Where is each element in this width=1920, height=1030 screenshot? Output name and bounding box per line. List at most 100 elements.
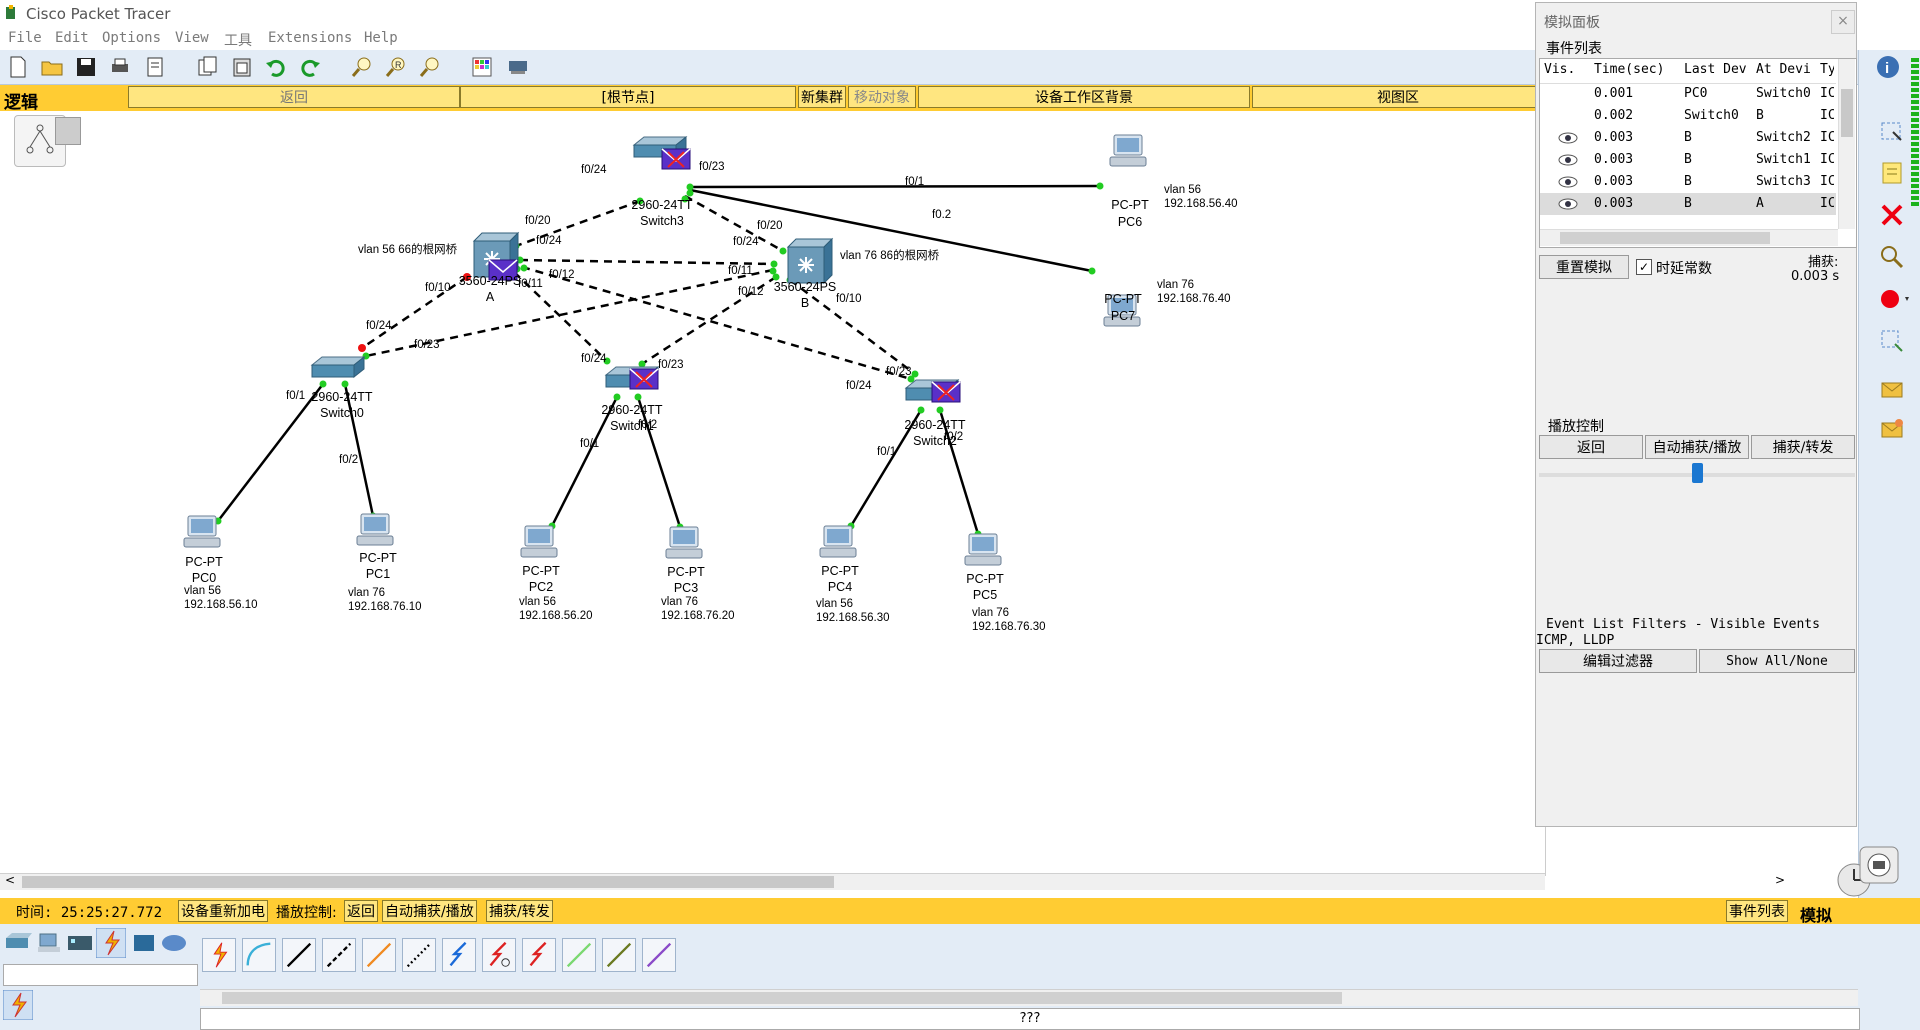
zoom-out-icon[interactable] bbox=[418, 55, 442, 79]
event-row[interactable]: 0.003 B Switch1 IC bbox=[1540, 149, 1836, 171]
event-row[interactable]: 0.002 Switch0 B IC bbox=[1540, 105, 1836, 127]
add-simple-pdu-icon[interactable] bbox=[1879, 376, 1905, 402]
logical-workspace[interactable]: 2960-24TT Switch3 3560-24PS A 3560-24PS … bbox=[0, 111, 1785, 890]
eye-icon[interactable] bbox=[1558, 131, 1578, 145]
resize-icon[interactable] bbox=[1879, 328, 1905, 354]
pc5-icon[interactable] bbox=[964, 533, 1002, 566]
scroll-left-icon[interactable]: < bbox=[5, 873, 15, 887]
menu-help[interactable]: Help bbox=[364, 30, 398, 46]
eye-icon[interactable] bbox=[1558, 197, 1578, 211]
misc-icon[interactable] bbox=[130, 930, 158, 956]
draw-ellipse-icon[interactable] bbox=[1879, 286, 1913, 312]
column-header[interactable]: Vis. bbox=[1544, 62, 1575, 77]
event-hscrollbar[interactable] bbox=[1540, 229, 1838, 246]
phone-cable-icon[interactable] bbox=[402, 938, 436, 972]
switch0-icon[interactable] bbox=[311, 356, 365, 378]
scroll-thumb[interactable] bbox=[1841, 89, 1853, 137]
event-row[interactable]: 0.003 B Switch2 IC bbox=[1540, 127, 1836, 149]
event-row[interactable]: 0.003 B A IC bbox=[1540, 193, 1836, 215]
iot-cable-icon[interactable] bbox=[602, 938, 636, 972]
serial-dte-cable-icon[interactable] bbox=[522, 938, 556, 972]
end-devices-icon[interactable] bbox=[36, 930, 64, 956]
pc2-icon[interactable] bbox=[520, 525, 558, 558]
info-icon[interactable]: i bbox=[1875, 54, 1901, 80]
connections-icon[interactable] bbox=[96, 928, 126, 958]
menu-view[interactable]: View bbox=[175, 30, 209, 46]
menu-options[interactable]: Options bbox=[102, 30, 161, 46]
edit-filters-button[interactable]: 编辑过滤器 bbox=[1539, 649, 1697, 673]
new-file-icon[interactable] bbox=[6, 55, 30, 79]
network-devices-icon[interactable] bbox=[4, 930, 32, 956]
scroll-right-icon[interactable]: > bbox=[1775, 873, 1785, 887]
pc1-icon[interactable] bbox=[356, 513, 394, 546]
scroll-thumb[interactable] bbox=[22, 876, 834, 888]
scroll-thumb[interactable] bbox=[222, 992, 1342, 1004]
straight-through-cable-icon[interactable] bbox=[282, 938, 316, 972]
print-icon[interactable] bbox=[108, 55, 132, 79]
delete-icon[interactable] bbox=[1879, 202, 1905, 228]
simulation-mode-label[interactable]: 模拟 bbox=[1800, 902, 1832, 926]
components-icon[interactable] bbox=[66, 930, 94, 956]
selected-connection-icon[interactable] bbox=[3, 990, 33, 1020]
zoom-reset-icon[interactable]: R bbox=[384, 55, 408, 79]
scroll-thumb[interactable] bbox=[1560, 232, 1770, 244]
logical-mode-label[interactable]: 逻辑 bbox=[4, 88, 38, 113]
power-cycle-button[interactable]: 设备重新加电 bbox=[178, 900, 268, 922]
undo-icon[interactable] bbox=[264, 55, 288, 79]
capture-forward-button[interactable]: 捕获/转发 bbox=[1751, 435, 1855, 459]
cable-hscrollbar[interactable] bbox=[200, 989, 1858, 1006]
zoom-in-icon[interactable] bbox=[350, 55, 374, 79]
inspect-icon[interactable] bbox=[1879, 244, 1905, 270]
event-vscrollbar[interactable] bbox=[1838, 59, 1855, 229]
add-complex-pdu-icon[interactable] bbox=[1879, 416, 1905, 442]
auto-connection-icon[interactable] bbox=[202, 938, 236, 972]
select-icon[interactable] bbox=[1879, 120, 1905, 146]
root-node-button[interactable]: [根节点] bbox=[460, 86, 796, 108]
eye-icon[interactable] bbox=[1558, 175, 1578, 189]
viewport-button[interactable]: 视图区 bbox=[1252, 86, 1544, 108]
event-row[interactable]: 0.001 PC0 Switch0 IC bbox=[1540, 83, 1836, 105]
menu-file[interactable]: File bbox=[8, 30, 42, 46]
column-header[interactable]: Time(sec) bbox=[1594, 62, 1664, 77]
menu-extensions[interactable]: Extensions bbox=[268, 30, 352, 46]
note-icon[interactable] bbox=[1879, 160, 1905, 186]
coaxial-cable-icon[interactable] bbox=[442, 938, 476, 972]
crossover-cable-icon[interactable] bbox=[322, 938, 356, 972]
workspace-background-button[interactable]: 设备工作区背景 bbox=[918, 86, 1250, 108]
fiber-cable-icon[interactable] bbox=[362, 938, 396, 972]
status-capture-forward-button[interactable]: 捕获/转发 bbox=[486, 900, 553, 922]
pc6-icon[interactable] bbox=[1109, 134, 1147, 167]
copy-icon[interactable] bbox=[196, 55, 220, 79]
show-all-none-button[interactable]: Show All/None bbox=[1699, 649, 1855, 673]
custom-device-icon[interactable] bbox=[506, 55, 530, 79]
event-list-toggle-button[interactable]: 事件列表 bbox=[1726, 900, 1788, 922]
redo-icon[interactable] bbox=[298, 55, 322, 79]
pc0-icon[interactable] bbox=[183, 515, 221, 548]
menu-tools[interactable]: 工具 bbox=[224, 30, 252, 50]
event-row[interactable]: 0.003 B Switch3 IC bbox=[1540, 171, 1836, 193]
playback-back-button[interactable]: 返回 bbox=[1539, 435, 1643, 459]
status-auto-capture-button[interactable]: 自动捕获/播放 bbox=[382, 900, 477, 922]
palette-icon[interactable] bbox=[470, 55, 494, 79]
menu-edit[interactable]: Edit bbox=[55, 30, 89, 46]
reset-simulation-button[interactable]: 重置模拟 bbox=[1539, 255, 1629, 279]
new-cluster-button[interactable]: 新集群 bbox=[798, 86, 846, 108]
workspace-hscrollbar[interactable]: < > bbox=[0, 873, 1785, 890]
speed-slider-handle[interactable] bbox=[1692, 463, 1703, 483]
save-icon[interactable] bbox=[74, 55, 98, 79]
move-object-button[interactable]: 移动对象 bbox=[848, 86, 916, 108]
usb-cable-icon[interactable] bbox=[642, 938, 676, 972]
octal-cable-icon[interactable] bbox=[562, 938, 596, 972]
close-icon[interactable]: × bbox=[1831, 10, 1855, 34]
constant-delay-checkbox[interactable]: ✓ bbox=[1636, 259, 1652, 275]
column-header[interactable]: At Devi bbox=[1756, 62, 1812, 77]
multiuser-icon[interactable] bbox=[160, 930, 188, 956]
paste-icon[interactable] bbox=[230, 55, 254, 79]
pc3-icon[interactable] bbox=[665, 526, 703, 559]
switch-b-icon[interactable] bbox=[787, 238, 833, 284]
device-search-field[interactable] bbox=[3, 964, 198, 986]
eye-icon[interactable] bbox=[1558, 153, 1578, 167]
pc4-icon[interactable] bbox=[819, 525, 857, 558]
status-back-button[interactable]: 返回 bbox=[344, 900, 378, 922]
serial-dce-cable-icon[interactable] bbox=[482, 938, 516, 972]
